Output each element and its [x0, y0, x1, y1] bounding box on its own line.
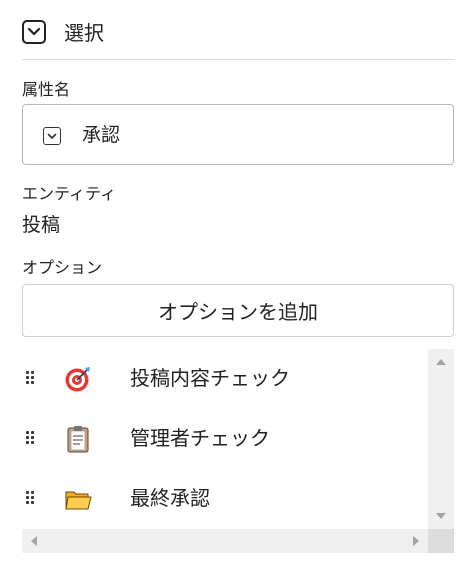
- horizontal-scrollbar[interactable]: [22, 529, 428, 553]
- add-option-button[interactable]: オプションを追加: [22, 284, 454, 337]
- scroll-up-arrow-icon[interactable]: [436, 359, 446, 365]
- select-type-icon: [22, 20, 46, 44]
- options-list: 投稿内容チェック 管理者チェック 最終承認: [22, 349, 428, 529]
- attribute-name-value: 承認: [82, 124, 121, 146]
- attribute-name-field[interactable]: 承認: [22, 104, 454, 165]
- chevron-down-square-icon: [43, 127, 61, 145]
- drag-handle-icon[interactable]: [26, 431, 36, 445]
- list-item[interactable]: 最終承認: [22, 469, 428, 529]
- header-divider: [22, 59, 454, 60]
- drag-handle-icon[interactable]: [26, 371, 36, 385]
- scrollbar-corner: [428, 529, 454, 553]
- clipboard-icon: [64, 425, 92, 453]
- list-item[interactable]: 管理者チェック: [22, 409, 428, 469]
- scroll-down-arrow-icon[interactable]: [436, 513, 446, 519]
- options-label: オプション: [22, 258, 103, 277]
- drag-handle-icon[interactable]: [26, 491, 36, 505]
- folder-icon: [64, 485, 92, 513]
- panel-title: 選択: [64, 21, 104, 45]
- option-text: 最終承認: [130, 486, 210, 510]
- list-item[interactable]: 投稿内容チェック: [22, 349, 428, 409]
- target-dart-icon: [64, 365, 92, 393]
- option-text: 管理者チェック: [130, 426, 270, 450]
- option-text: 投稿内容チェック: [130, 366, 290, 390]
- entity-label: エンティティ: [22, 184, 117, 203]
- vertical-scrollbar[interactable]: [428, 349, 454, 529]
- attribute-name-label: 属性名: [22, 80, 71, 99]
- scroll-right-arrow-icon[interactable]: [413, 536, 419, 546]
- scroll-left-arrow-icon[interactable]: [31, 536, 37, 546]
- entity-value: 投稿: [22, 214, 61, 236]
